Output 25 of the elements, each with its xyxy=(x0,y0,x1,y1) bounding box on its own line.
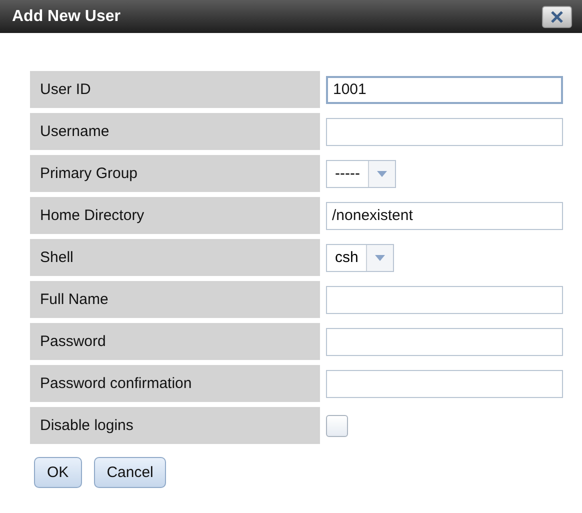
close-button[interactable] xyxy=(542,6,572,28)
field-label: Disable logins xyxy=(30,407,320,444)
field-label: User ID xyxy=(30,71,320,108)
field-label: Full Name xyxy=(30,281,320,318)
cancel-button[interactable]: Cancel xyxy=(94,457,166,488)
input-field[interactable] xyxy=(326,286,563,314)
checkbox[interactable] xyxy=(326,414,348,436)
window-title: Add New User xyxy=(12,8,120,26)
field-label: Username xyxy=(30,113,320,150)
input-field[interactable]: /nonexistent xyxy=(326,202,563,230)
field-label: Home Directory xyxy=(30,197,320,234)
caret-icon xyxy=(375,254,386,260)
ok-button[interactable]: OK xyxy=(34,457,82,488)
close-icon xyxy=(550,10,564,22)
dropdown[interactable]: csh xyxy=(326,244,394,272)
caret-icon xyxy=(376,170,387,176)
input-field[interactable] xyxy=(326,328,563,356)
input-field[interactable] xyxy=(326,118,563,146)
dropdown[interactable]: ----- xyxy=(326,160,396,188)
field-label: Password confirmation xyxy=(30,365,320,402)
field-label: Shell xyxy=(30,239,320,276)
input-field[interactable]: 1001 xyxy=(326,76,563,104)
field-label: Password xyxy=(30,323,320,360)
input-field[interactable] xyxy=(326,370,563,398)
field-label: Primary Group xyxy=(30,155,320,192)
